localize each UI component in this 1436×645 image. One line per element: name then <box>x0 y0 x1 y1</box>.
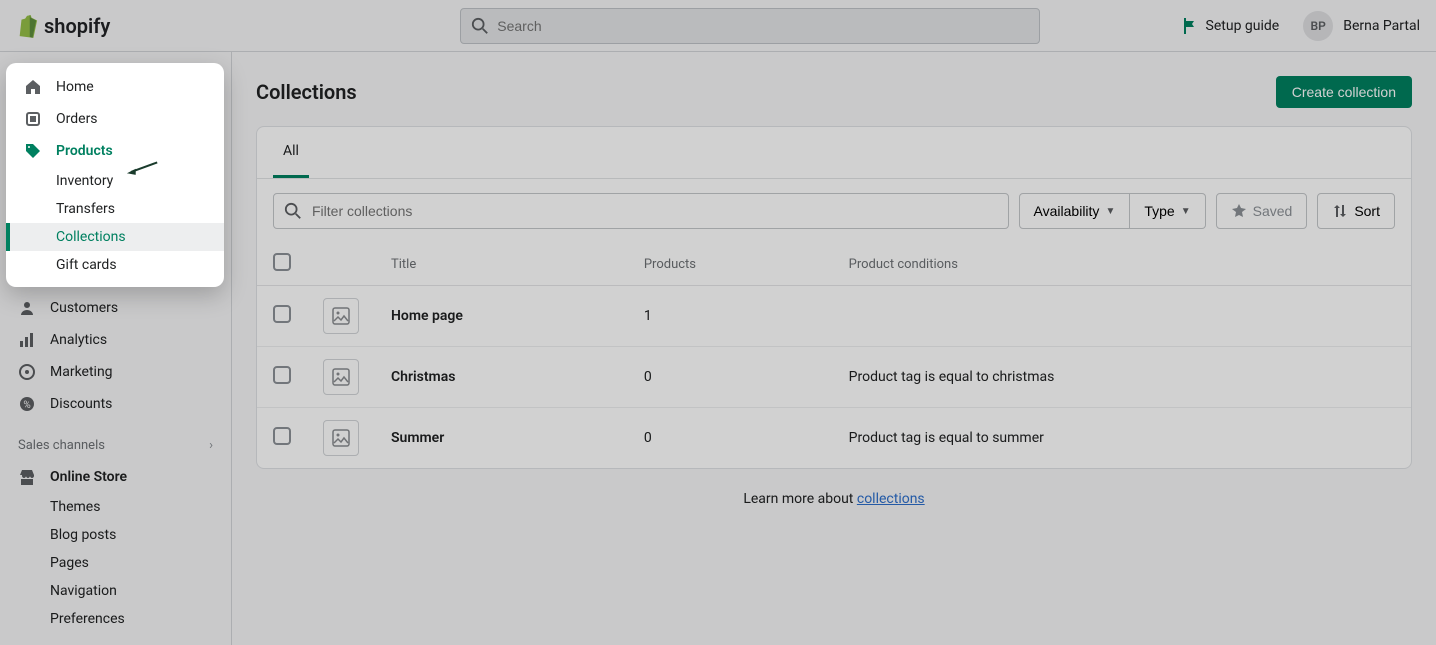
col-title: Title <box>375 243 628 286</box>
filter-collections[interactable] <box>273 193 1009 229</box>
products-submenu-popup: Home Orders Products Inventory Transfers… <box>6 63 224 287</box>
shopify-logo[interactable]: shopify <box>16 14 110 38</box>
brand-text: shopify <box>44 14 110 38</box>
sidebar-sub-inventory[interactable]: Inventory <box>6 167 224 195</box>
collections-table: Title Products Product conditions Home p… <box>257 243 1411 468</box>
learn-more: Learn more about collections <box>256 469 1412 529</box>
main-content: Collections Create collection All Availa… <box>232 52 1436 645</box>
collections-help-link[interactable]: collections <box>857 491 925 507</box>
analytics-icon <box>18 331 36 349</box>
discount-icon: % <box>18 395 36 413</box>
setup-guide-link[interactable]: Setup guide <box>1182 18 1280 34</box>
sidebar-item-orders[interactable]: Orders <box>6 103 224 135</box>
caret-down-icon: ▼ <box>1181 206 1191 217</box>
row-title: Summer <box>391 430 444 446</box>
home-icon <box>24 78 42 96</box>
shopify-bag-icon <box>16 14 38 38</box>
tag-icon <box>24 142 42 160</box>
orders-icon <box>24 110 42 128</box>
target-icon <box>18 363 36 381</box>
sidebar-item-home[interactable]: Home <box>6 71 224 103</box>
sort-button[interactable]: Sort <box>1317 193 1395 229</box>
sidebar-item-online-store[interactable]: Online Store <box>0 461 231 493</box>
search-input[interactable] <box>497 18 1029 34</box>
sidebar-sub-pages[interactable]: Pages <box>0 549 231 577</box>
collections-card: All Availability ▼ Type ▼ <box>256 126 1412 469</box>
sidebar-sub-transfers[interactable]: Transfers <box>6 195 224 223</box>
user-menu[interactable]: BP Berna Partal <box>1303 11 1420 41</box>
user-icon <box>18 299 36 317</box>
image-placeholder-icon <box>323 359 359 395</box>
table-row[interactable]: Summer 0Product tag is equal to summer <box>257 408 1411 469</box>
sidebar-sub-gift-cards[interactable]: Gift cards <box>6 251 224 279</box>
sidebar-sub-blog-posts[interactable]: Blog posts <box>0 521 231 549</box>
caret-down-icon: ▼ <box>1105 206 1115 217</box>
row-checkbox[interactable] <box>273 305 291 323</box>
row-conditions <box>833 286 1411 347</box>
filter-input[interactable] <box>312 203 998 219</box>
user-name: Berna Partal <box>1343 18 1420 34</box>
row-title: Home page <box>391 308 463 324</box>
page-title: Collections <box>256 80 357 104</box>
row-conditions: Product tag is equal to christmas <box>833 347 1411 408</box>
sidebar-item-customers[interactable]: Customers <box>0 292 231 324</box>
sales-channels-header: Sales channels › <box>0 420 231 461</box>
image-placeholder-icon <box>323 420 359 456</box>
tab-all[interactable]: All <box>273 127 309 178</box>
col-conditions: Product conditions <box>833 243 1411 286</box>
select-all-checkbox[interactable] <box>273 253 291 271</box>
svg-text:%: % <box>23 400 30 411</box>
search-icon <box>471 17 489 35</box>
filter-availability-button[interactable]: Availability ▼ <box>1019 193 1131 229</box>
sidebar-sub-navigation[interactable]: Navigation <box>0 577 231 605</box>
setup-guide-label: Setup guide <box>1206 18 1280 34</box>
sidebar-item-discounts[interactable]: % Discounts <box>0 388 231 420</box>
sidebar-item-products[interactable]: Products <box>6 135 224 167</box>
image-placeholder-icon <box>323 298 359 334</box>
store-icon <box>18 468 36 486</box>
search-icon <box>284 202 302 220</box>
star-icon <box>1231 203 1247 219</box>
sort-icon <box>1332 203 1348 219</box>
apps-header: Apps › <box>0 633 231 645</box>
table-row[interactable]: Home page 1 <box>257 286 1411 347</box>
sidebar-sub-themes[interactable]: Themes <box>0 493 231 521</box>
sidebar-sub-collections[interactable]: Collections <box>6 223 224 251</box>
topbar: shopify Setup guide BP Berna Partal <box>0 0 1436 52</box>
chevron-right-icon[interactable]: › <box>209 438 213 453</box>
saved-button[interactable]: Saved <box>1216 193 1308 229</box>
sidebar-sub-preferences[interactable]: Preferences <box>0 605 231 633</box>
table-row[interactable]: Christmas 0Product tag is equal to christ… <box>257 347 1411 408</box>
filter-type-button[interactable]: Type ▼ <box>1130 193 1205 229</box>
row-conditions: Product tag is equal to summer <box>833 408 1411 469</box>
row-title: Christmas <box>391 369 455 385</box>
global-search[interactable] <box>460 8 1040 44</box>
sidebar-item-analytics[interactable]: Analytics <box>0 324 231 356</box>
row-products: 0 <box>628 408 833 469</box>
row-checkbox[interactable] <box>273 427 291 445</box>
flag-icon <box>1182 18 1198 34</box>
col-products: Products <box>628 243 833 286</box>
row-products: 1 <box>628 286 833 347</box>
avatar: BP <box>1303 11 1333 41</box>
row-checkbox[interactable] <box>273 366 291 384</box>
row-products: 0 <box>628 347 833 408</box>
create-collection-button[interactable]: Create collection <box>1276 76 1412 108</box>
sidebar-item-marketing[interactable]: Marketing <box>0 356 231 388</box>
